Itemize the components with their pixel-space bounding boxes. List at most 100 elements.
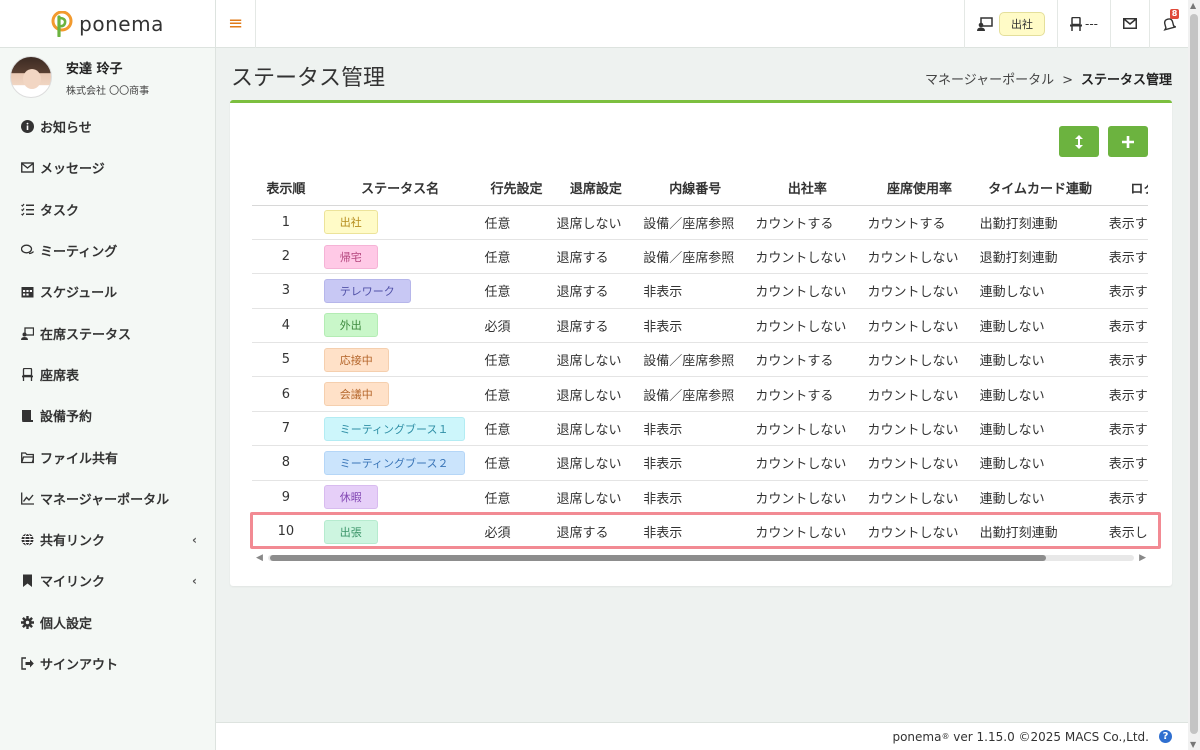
help-icon[interactable]: ? [1159,730,1172,743]
status-badge[interactable]: 休暇 [323,485,378,510]
sidebar-item-9[interactable]: ファイル共有 [0,436,215,477]
sidebar-item-12[interactable]: マイリンク ‹ [0,560,215,601]
attendance-rate-cell: カウントする [751,205,864,240]
table-row[interactable]: 8 ミーティングブース２ 任意 退席しない 非表示 カウントしない カウントしない 連動しない… [252,445,1148,481]
add-status-button[interactable] [1108,126,1148,157]
status-table-container[interactable]: 表示順ステータス名行先設定退席設定内線番号出社率座席使用率タイムカード連動ロク … [252,171,1148,554]
status-badge[interactable]: 外出 [323,313,378,338]
plus-icon [1122,135,1134,148]
scroll-right-arrow-icon[interactable]: ▶ [1139,553,1146,563]
status-badge[interactable]: ミーティングブース１ [323,416,465,441]
attendance-rate-cell: カウントしない [751,273,864,309]
book-icon [18,409,36,423]
attendance-rate-cell: カウントしない [751,411,864,447]
destination-setting-cell: 任意 [480,445,553,481]
column-header: 退席設定 [552,171,640,206]
extension-cell: 非表示 [639,480,752,516]
seat-usage-cell: カウントしない [863,342,976,378]
menu-toggle-button[interactable]: ≡ [216,0,256,48]
table-row[interactable]: 1出社任意退席しない設備／座席参照カウントするカウントする出勤打刻連動表示する [252,205,1148,240]
table-row[interactable]: 10出張必須退席する非表示カウントしないカウントしない出勤打刻連動表示しない [252,514,1148,550]
seat-selector[interactable]: --- [1057,0,1110,48]
sidebar-item-11[interactable]: 共有リンク ‹ [0,519,215,560]
destination-setting-cell: 任意 [480,376,553,412]
table-row[interactable]: 7 ミーティングブース１ 任意 退席しない 非表示 カウントしない カウントしない 連動しない… [252,411,1148,447]
user-profile[interactable]: 安達 玲子 株式会社 〇〇商事 [0,48,215,106]
extension-cell: 非表示 [639,411,752,447]
scroll-down-arrow-icon[interactable]: ▼ [1190,740,1196,749]
scroll-up-arrow-icon[interactable]: ▲ [1190,1,1196,10]
leave-setting-cell: 退席する [552,308,640,344]
sidebar-item-13[interactable]: 個人設定 [0,602,215,643]
status-badge[interactable]: テレワーク [323,278,411,303]
destination-setting-cell: 任意 [480,273,553,309]
person-board-icon [18,326,36,340]
horizontal-scrollbar[interactable]: ◀ ▶ [254,553,1148,563]
sidebar-item-label: 座席表 [40,368,80,384]
table-row[interactable]: 9休暇任意退席しない非表示カウントしないカウントしない連動しない表示する [252,480,1148,516]
sidebar-item-7[interactable]: 座席表 [0,354,215,395]
sidebar-item-6[interactable]: 在席ステータス [0,312,215,353]
status-management-card: 表示順ステータス名行先設定退席設定内線番号出社率座席使用率タイムカード連動ロク … [230,100,1172,586]
sign-out-icon [18,657,36,670]
destination-setting-cell: 任意 [480,411,553,447]
sidebar-item-2[interactable]: メッセージ [0,147,215,188]
info-icon [18,120,36,134]
chevron-left-icon: ‹ [192,573,197,588]
sidebar-item-8[interactable]: 設備予約 [0,395,215,436]
window-scrollbar[interactable]: ▲ ▼ [1188,0,1200,750]
sidebar-item-10[interactable]: マネージャーポータル [0,478,215,519]
destination-setting-cell: 必須 [480,308,553,344]
scrollbar-thumb[interactable] [270,555,1046,561]
sidebar-item-label: お知らせ [40,121,92,137]
sidebar-item-5[interactable]: スケジュール [0,271,215,312]
status-name-cell: 帰宅 [319,239,481,275]
status-badge[interactable]: 出社 [323,210,378,235]
window-scrollbar-thumb[interactable] [1190,14,1198,734]
status-name-cell: 応接中 [319,342,481,378]
table-row[interactable]: 4外出必須退席する非表示カウントしないカウントしない連動しない表示する [252,308,1148,344]
status-badge[interactable]: 応接中 [323,347,389,372]
sidebar-item-14[interactable]: サインアウト [0,643,215,684]
sort-order-button[interactable] [1059,126,1099,157]
attendance-rate-cell: カウントしない [751,445,864,481]
column-header: 出社率 [751,171,864,206]
breadcrumb-parent-link[interactable]: マネージャーポータル [925,73,1054,88]
chat-icon [18,244,36,257]
seat-usage-cell: カウントしない [863,376,976,412]
sidebar-item-3[interactable]: タスク [0,189,215,230]
table-row[interactable]: 2帰宅任意退席する設備／座席参照カウントしないカウントしない退勤打刻連動表示する [252,239,1148,275]
status-badge[interactable]: 会議中 [323,382,389,407]
table-row[interactable]: 3テレワーク任意退席する非表示カウントしないカウントしない連動しない表示する [252,273,1148,309]
timecard-link-cell: 退勤打刻連動 [975,239,1105,275]
sidebar-item-1[interactable]: お知らせ [0,106,215,147]
status-selector[interactable]: 出社 [964,0,1057,48]
logo[interactable]: ponema [0,0,215,48]
status-name-cell: テレワーク [319,273,481,309]
order-cell: 8 [252,445,320,481]
order-cell: 6 [252,376,320,412]
table-row[interactable]: 6会議中 任意退席しない設備／座席参照カウントするカウントしない連動しない表示する [252,376,1148,412]
calendar-icon [18,285,36,298]
status-badge[interactable]: 出張 [323,519,378,544]
notifications-button[interactable]: 8 [1149,0,1188,48]
order-cell: 1 [252,205,320,240]
sidebar-item-4[interactable]: ミーティング [0,230,215,271]
log-cell: 表示する [1104,480,1148,516]
globe-icon [18,533,36,547]
extension-cell: 設備／座席参照 [639,239,752,275]
extension-cell: 非表示 [639,514,752,550]
notification-count-badge: 8 [1170,8,1179,19]
table-row[interactable]: 5応接中 任意退席しない設備／座席参照カウントするカウントしない連動しない表示する [252,342,1148,378]
status-badge[interactable]: 帰宅 [323,244,378,269]
leave-setting-cell: 退席する [552,273,640,309]
messages-button[interactable] [1110,0,1149,48]
status-badge[interactable]: ミーティングブース２ [323,450,465,475]
log-cell: 表示しない [1104,514,1148,550]
seat-usage-cell: カウントしない [863,514,976,550]
timecard-link-cell: 連動しない [975,480,1105,516]
bookmark-icon [18,574,36,588]
extension-cell: 非表示 [639,308,752,344]
order-cell: 9 [252,480,320,516]
scroll-left-arrow-icon[interactable]: ◀ [256,553,263,563]
